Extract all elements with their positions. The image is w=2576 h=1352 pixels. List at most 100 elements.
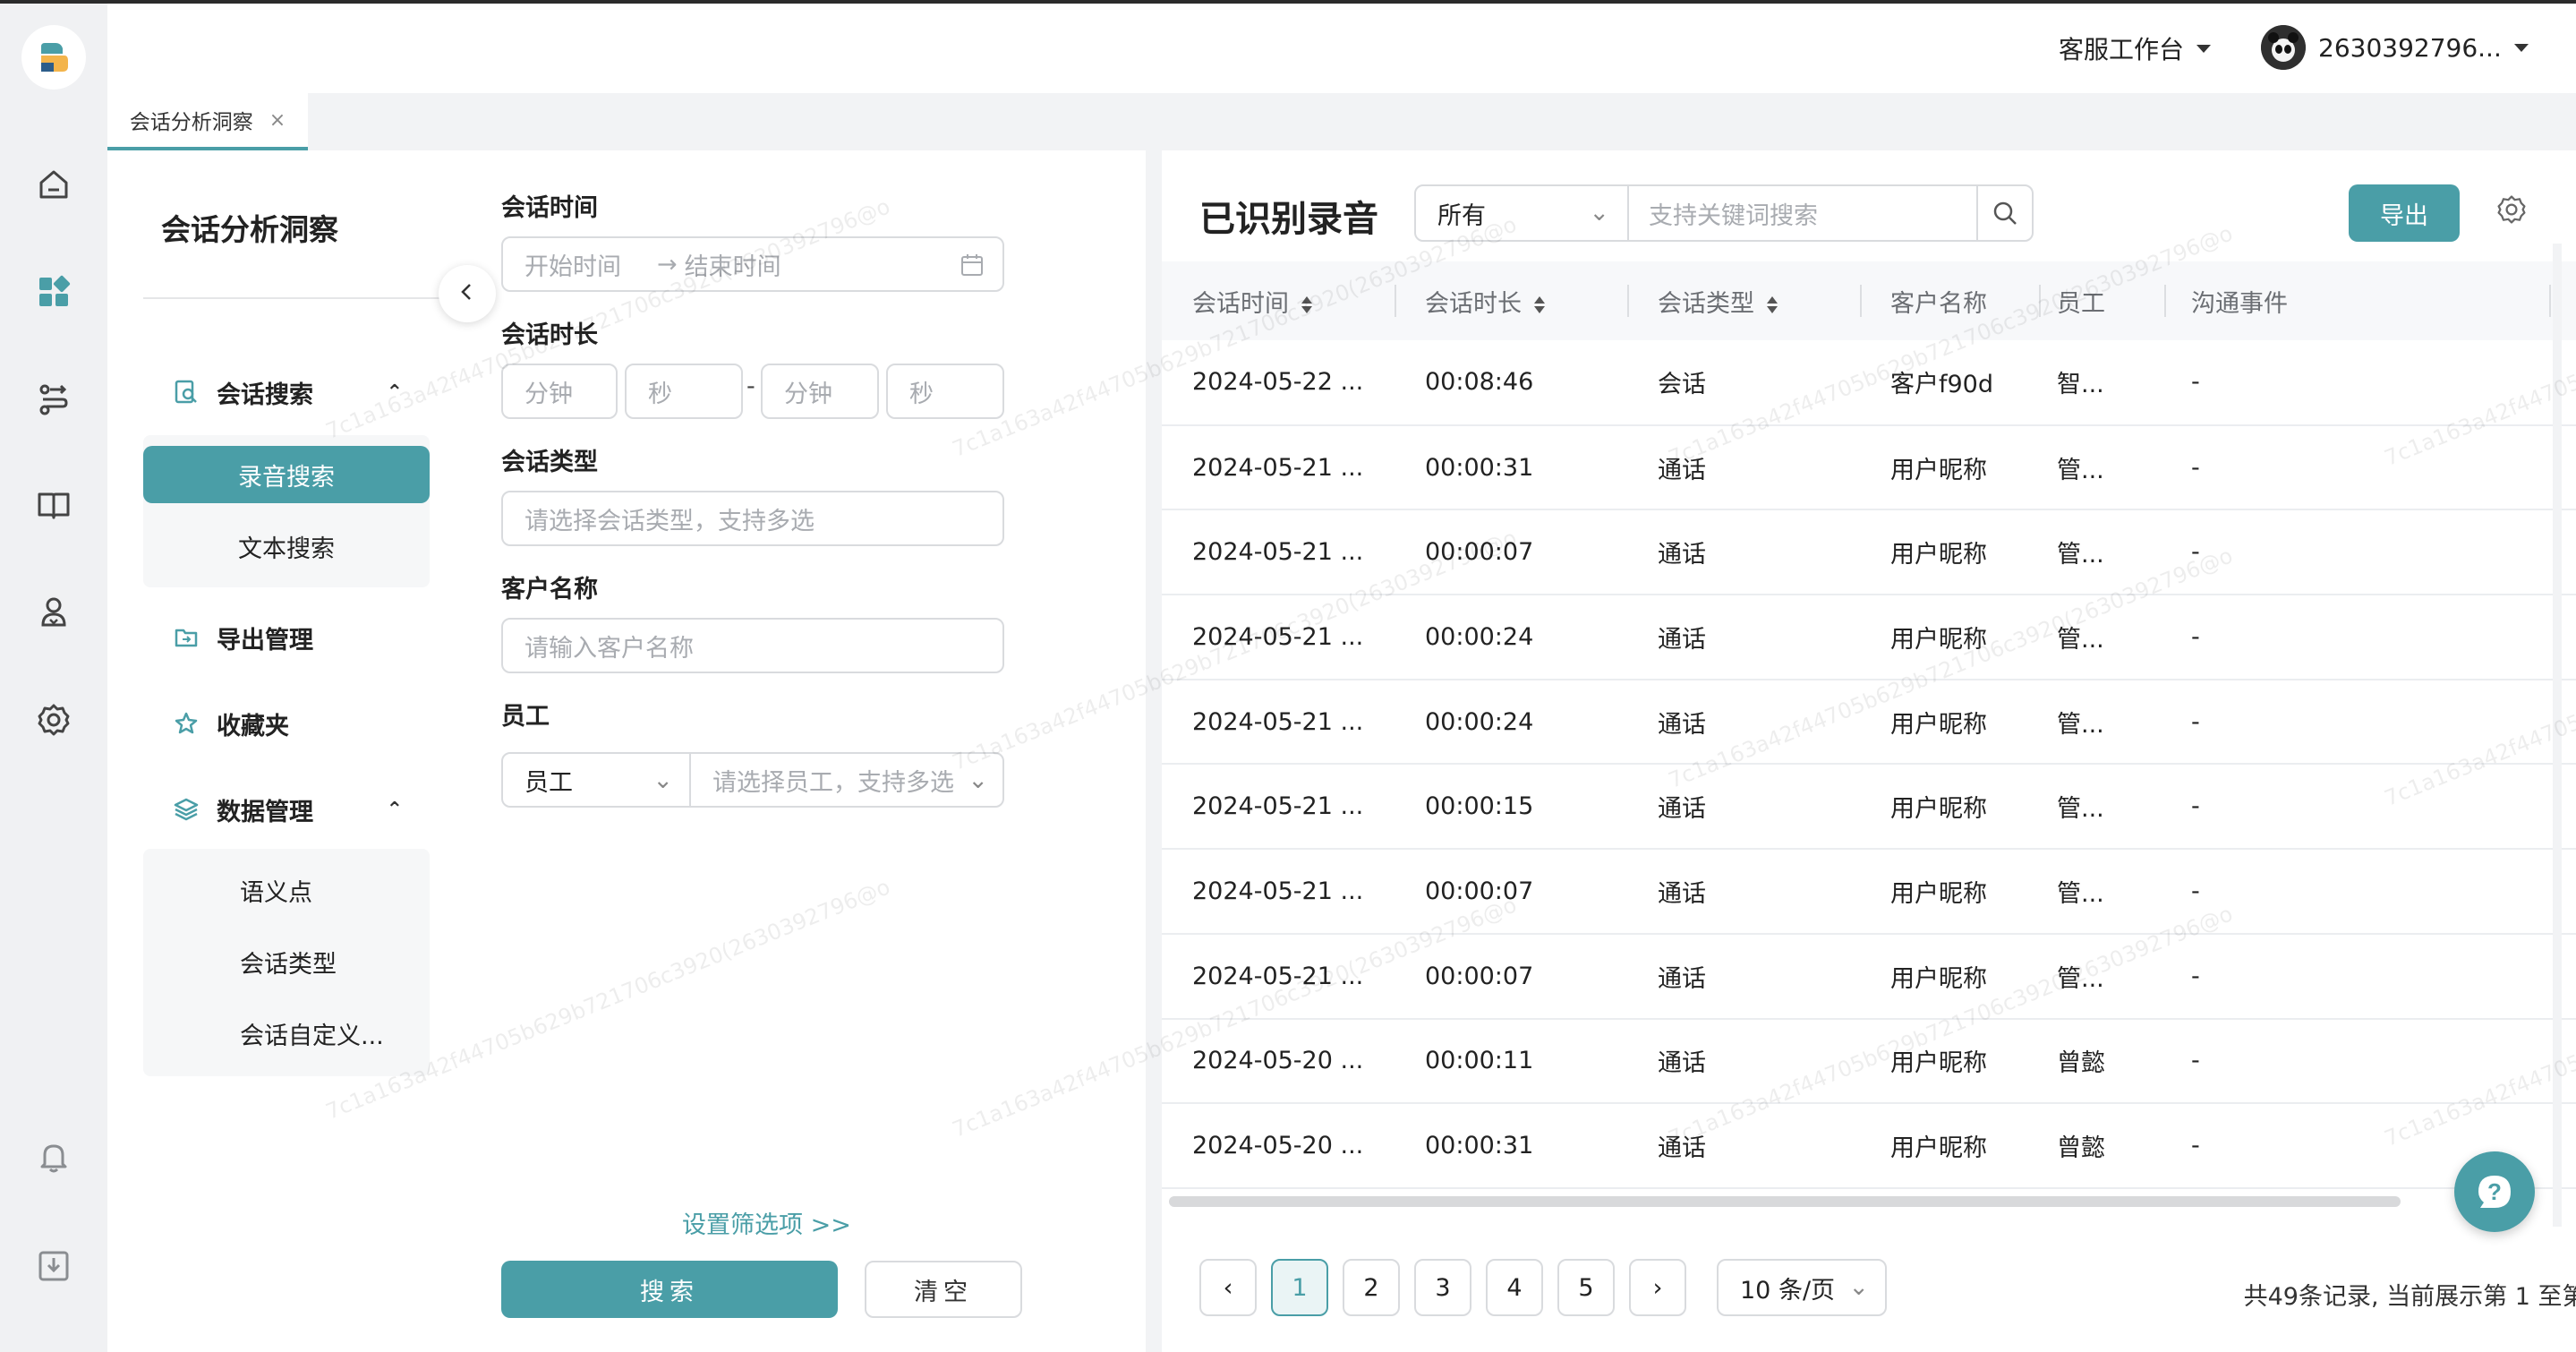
pagination-summary: 共49条记录, 当前展示第 1 至第 10 条 [2243,1283,2576,1311]
filter-settings-link[interactable]: 设置筛选项 >> [682,1205,851,1240]
table-row[interactable]: 2024-05-21 ...00:00:31通话用户昵称管...-- [1162,424,2576,511]
nav-item-session-custom[interactable]: 会话自定义... [143,1005,430,1062]
cell-type: 通话 [1627,1103,1860,1189]
cell-duration: 00:00:07 [1395,849,1627,935]
cell-duration: 00:00:31 [1395,424,1627,511]
module-nav: 会话分析洞察 会话搜索 ⌃ 录音搜索 文本搜索 导出管理 收藏夹 数据管理 ⌃ … [107,150,514,1352]
page-button-5[interactable]: 5 [1557,1259,1615,1316]
bell-icon[interactable] [30,1134,77,1180]
cell-time: 2024-05-21 ... [1162,595,1395,680]
cell-staff: 管... [2039,595,2164,680]
search-button[interactable]: 搜索 [501,1261,838,1318]
page-button-1[interactable]: 1 [1271,1259,1328,1316]
flow-icon[interactable] [30,376,77,423]
logo-icon [41,43,68,72]
nav-item-session-types[interactable]: 会话类型 [143,933,430,990]
app-logo[interactable] [21,25,86,90]
cell-events: - [2164,595,2549,680]
table-row[interactable]: 2024-05-21 ...00:00:24通话用户昵称管...-- [1162,679,2576,766]
next-page-button[interactable]: › [1629,1259,1686,1316]
max-duration-minutes[interactable]: 分钟 [761,364,879,419]
clear-button[interactable]: 清空 [865,1261,1022,1318]
collapse-panel-button[interactable] [439,265,496,322]
sort-icon[interactable] [1767,295,1778,313]
star-icon [170,707,202,740]
tab-label: 会话分析洞察 [129,111,253,134]
min-duration-seconds[interactable]: 秒 [625,364,743,419]
session-type-select[interactable]: 请选择会话类型，支持多选 [501,491,1004,546]
caret-down-icon [2513,43,2529,52]
nav-group-export[interactable]: 导出管理 [143,620,430,655]
max-duration-seconds[interactable]: 秒 [886,364,1004,419]
close-icon[interactable]: × [269,109,286,132]
page-button-4[interactable]: 4 [1486,1259,1543,1316]
cell-duration: 00:00:07 [1395,509,1627,596]
nav-group-favorites[interactable]: 收藏夹 [143,706,430,741]
cell-events: - [2164,849,2549,935]
table-row[interactable]: 2024-05-20 ...00:00:31通话用户昵称曾懿-- [1162,1103,2576,1189]
search-icon[interactable] [1976,184,2034,242]
help-icon: ? [2478,1176,2511,1208]
customer-name-input[interactable]: 请输入客户名称 [501,618,1004,673]
column-header-time[interactable]: 会话时间 [1162,261,1395,340]
settings-icon[interactable] [30,697,77,743]
dashboard-icon[interactable] [30,269,77,315]
filter-label-customer: 客户名称 [501,576,598,603]
chevron-up-icon[interactable]: ⌃ [387,381,403,404]
table-row[interactable]: 2024-05-22 ...00:08:46会话客户f90d智...-- [1162,340,2576,426]
staff-multi-select[interactable]: 请选择员工，支持多选 ⌄ [689,752,1004,808]
cell-events: - [2164,679,2549,766]
page-size-select[interactable]: 10 条/页 ⌄ [1717,1259,1887,1316]
date-range-picker[interactable]: 开始时间 → 结束时间 [501,236,1004,292]
page-button-2[interactable]: 2 [1343,1259,1400,1316]
workspace-menu[interactable]: 客服工作台 [2059,30,2212,66]
min-duration-minutes[interactable]: 分钟 [501,364,618,419]
cell-duration: 00:00:24 [1395,595,1627,680]
chevron-down-icon: ⌄ [1589,199,1609,227]
table-row[interactable]: 2024-05-21 ...00:00:07通话用户昵称管...-- [1162,849,2576,935]
table-row[interactable]: 2024-05-21 ...00:00:15通话用户昵称管...-- [1162,764,2576,851]
table-row[interactable]: 2024-05-20 ...00:00:11通话用户昵称曾懿-- [1162,1018,2576,1105]
cell-staff: 管... [2039,509,2164,596]
cell-type: 通话 [1627,509,1860,596]
panel-gap [1146,150,1162,1352]
nav-group-data-management[interactable]: 数据管理 ⌃ [143,792,430,827]
prev-page-button[interactable]: ‹ [1199,1259,1257,1316]
gear-icon[interactable] [2495,193,2535,233]
cell-events: - [2164,340,2549,426]
chevron-up-icon[interactable]: ⌃ [387,799,403,821]
column-header-events: 沟通事件 [2164,261,2549,340]
cell-customer: 用户昵称 [1860,764,2039,851]
keyword-search-input[interactable]: 支持关键词搜索 [1627,184,1978,242]
sort-icon[interactable] [1534,295,1545,313]
scope-select[interactable]: 所有 ⌄ [1414,184,1629,242]
export-button[interactable]: 导出 [2349,184,2460,242]
tab-session-insight[interactable]: 会话分析洞察 × [107,93,308,150]
horizontal-scrollbar[interactable] [1169,1196,2401,1207]
nav-item-semantic-points[interactable]: 语义点 [143,861,430,919]
nav-group-session-search[interactable]: 会话搜索 ⌃ [143,374,430,410]
chevron-down-icon: ⌄ [968,766,988,794]
page-button-3[interactable]: 3 [1414,1259,1471,1316]
column-header-type[interactable]: 会话类型 [1627,261,1860,340]
cell-events: - [2164,424,2549,511]
cell-duration: 00:00:24 [1395,679,1627,766]
user-badge-icon[interactable] [30,589,77,636]
download-tray-icon[interactable] [30,1243,77,1289]
cell-duration: 00:00:15 [1395,764,1627,851]
content-area: 会话分析洞察 会话搜索 ⌃ 录音搜索 文本搜索 导出管理 收藏夹 数据管理 ⌃ … [107,150,2576,1352]
sort-icon[interactable] [1301,295,1312,313]
table-row[interactable]: 2024-05-21 ...00:00:07通话用户昵称管...-- [1162,933,2576,1020]
staff-type-select[interactable]: 员工 ⌄ [501,752,691,808]
home-icon[interactable] [30,161,77,208]
help-button[interactable]: ? [2454,1151,2535,1232]
vertical-scrollbar[interactable] [2553,244,2562,1227]
book-icon[interactable] [30,482,77,528]
table-row[interactable]: 2024-05-21 ...00:00:07通话用户昵称管...-- [1162,509,2576,596]
user-menu[interactable]: 2630392796... [2261,25,2529,70]
cell-duration: 00:00:11 [1395,1018,1627,1105]
column-header-duration[interactable]: 会话时长 [1395,261,1627,340]
nav-item-text-search[interactable]: 文本搜索 [143,518,430,575]
nav-item-recording-search[interactable]: 录音搜索 [143,446,430,503]
table-row[interactable]: 2024-05-21 ...00:00:24通话用户昵称管...-- [1162,595,2576,680]
